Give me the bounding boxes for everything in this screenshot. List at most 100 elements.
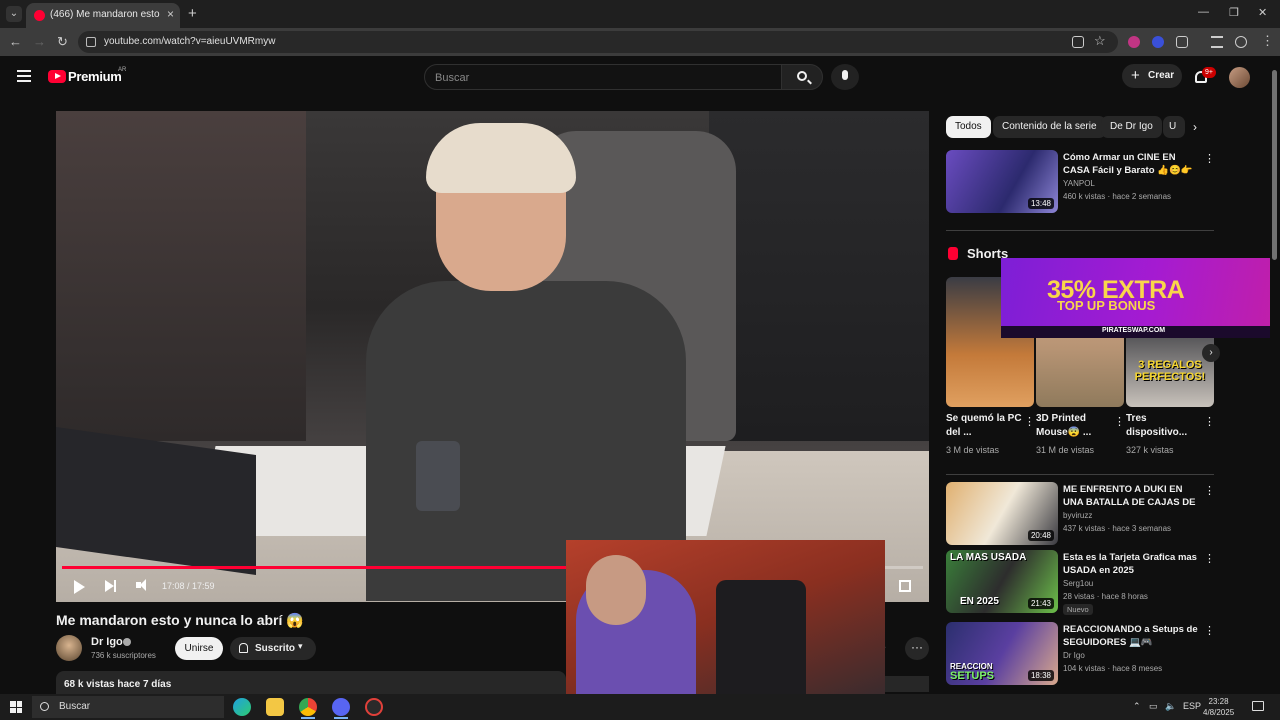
rec-title[interactable]: ME ENFRENTO A DUKI EN UNA BATALLA DE CAJ…	[1063, 483, 1199, 509]
file-explorer-icon[interactable]	[266, 698, 284, 716]
rec-channel[interactable]: Serg1ou	[1063, 579, 1093, 588]
back-arrow-icon[interactable]: ←	[9, 34, 22, 49]
taskbar-clock[interactable]: 23:28 4/8/2025	[1203, 696, 1234, 718]
site-info-icon[interactable]	[86, 37, 96, 47]
bookmark-star-icon[interactable]: ☆	[1094, 33, 1106, 49]
video-thumbnail[interactable]: LA MAS USADA EN 2025 21:43	[946, 550, 1058, 613]
cast-icon[interactable]	[1072, 36, 1084, 48]
new-tab-plus-icon[interactable]: +	[188, 5, 197, 22]
browser-tab-youtube[interactable]: (466) Me mandaron esto y nunca lo abrí 😱…	[26, 3, 180, 28]
more-options-icon[interactable]: ⋮	[1204, 552, 1215, 565]
browser-toolbar: ← → ↻ youtube.com/watch?v=aieuUVMRmyw ☆ …	[0, 28, 1280, 56]
more-options-icon[interactable]: ⋮	[1204, 415, 1215, 428]
rec-title[interactable]: Esta es la Tarjeta Grafica mas USADA en …	[1063, 551, 1199, 577]
browser-menu-icon[interactable]: ⋮	[1261, 33, 1274, 49]
search-input[interactable]	[435, 69, 765, 86]
window-minimize-icon[interactable]: —	[1198, 6, 1209, 18]
search-button[interactable]	[781, 64, 823, 90]
account-avatar[interactable]	[1229, 67, 1250, 88]
tab-close-icon[interactable]: ×	[167, 7, 174, 21]
hamburger-menu-icon[interactable]	[17, 70, 31, 82]
more-actions-icon[interactable]: ···	[905, 637, 929, 660]
short-overlay-text: 3 REGALOS PERFECTOS!	[1134, 359, 1206, 383]
recommendation-item[interactable]: REACCION SETUPS 18:38 REACCIONANDO a Set…	[946, 622, 1216, 686]
short-views: 327 k vistas	[1126, 445, 1174, 455]
more-options-icon[interactable]: ⋮	[1204, 484, 1215, 497]
profile-icon[interactable]	[1235, 36, 1247, 48]
short-title[interactable]: Tres dispositivo...	[1126, 412, 1202, 440]
more-options-icon[interactable]: ⋮	[1204, 152, 1215, 165]
chevron-right-icon[interactable]: ›	[1193, 120, 1197, 134]
more-options-icon[interactable]: ⋮	[1204, 624, 1215, 637]
language-indicator[interactable]: ESP	[1183, 701, 1201, 711]
edge-app-icon[interactable]	[233, 698, 251, 716]
window-close-icon[interactable]: ✕	[1258, 6, 1267, 19]
tray-expand-icon[interactable]: ⌃	[1133, 701, 1141, 712]
thumbnail-text-top: LA MAS USADA	[950, 552, 1027, 563]
duration-badge: 20:48	[1027, 530, 1054, 541]
rec-channel[interactable]: Dr Igo	[1063, 651, 1085, 660]
rec-title[interactable]: Cómo Armar un CINE EN CASA Fácil y Barat…	[1063, 151, 1199, 177]
video-frame-wall	[56, 111, 306, 441]
subscribed-button[interactable]: Suscrito ▾	[230, 637, 316, 660]
reload-icon[interactable]: ↻	[57, 34, 68, 50]
search-box[interactable]	[424, 64, 782, 90]
search-icon	[40, 702, 49, 711]
video-player[interactable]: 17:08 / 17:59	[56, 111, 929, 602]
chip-series[interactable]: Contenido de la serie	[993, 116, 1106, 138]
next-video-icon[interactable]	[105, 580, 116, 592]
rec-channel[interactable]: byviruzz	[1063, 511, 1092, 520]
url-text[interactable]: youtube.com/watch?v=aieuUVMRmyw	[104, 36, 275, 47]
taskbar-search[interactable]: Buscar	[32, 696, 224, 718]
clock-date: 4/8/2025	[1203, 708, 1235, 717]
extension-1-icon[interactable]	[1128, 36, 1140, 48]
logo-text[interactable]: Premium	[68, 69, 122, 84]
reading-list-icon[interactable]	[1211, 36, 1223, 48]
more-options-icon[interactable]: ⋮	[1114, 415, 1125, 428]
subscribed-label: Suscrito	[255, 643, 296, 654]
rec-title[interactable]: REACCIONANDO a Setups de SEGUIDORES 💻🎮	[1063, 623, 1199, 649]
chrome-app-icon[interactable]	[299, 698, 317, 716]
channel-avatar[interactable]	[56, 635, 82, 661]
join-button[interactable]: Unirse	[175, 637, 223, 660]
chip-from-channel[interactable]: De Dr Igo	[1101, 116, 1162, 138]
chip-all[interactable]: Todos	[946, 116, 991, 138]
chip-partial[interactable]: U	[1163, 116, 1185, 138]
fullscreen-icon[interactable]	[899, 580, 911, 592]
volume-tray-icon[interactable]: 🔈	[1165, 701, 1176, 712]
voice-search-button[interactable]	[831, 64, 859, 90]
video-title: Me mandaron esto y nunca lo abrí 😱	[56, 612, 304, 628]
youtube-logo-icon[interactable]	[48, 70, 66, 83]
more-options-icon[interactable]: ⋮	[1024, 415, 1035, 428]
chat-app-icon[interactable]	[332, 698, 350, 716]
create-button[interactable]: + Crear	[1122, 64, 1182, 88]
scrollbar-thumb[interactable]	[1272, 70, 1277, 260]
volume-icon[interactable]	[136, 579, 146, 591]
windows-start-icon[interactable]	[10, 701, 22, 713]
video-thumbnail[interactable]: REACCION SETUPS 18:38	[946, 622, 1058, 685]
person-hair	[426, 123, 576, 193]
short-views: 3 M de vistas	[946, 445, 1000, 455]
video-frame-shelf	[709, 111, 929, 441]
extension-2-icon[interactable]	[1152, 36, 1164, 48]
network-icon[interactable]: ▭	[1149, 701, 1158, 712]
channel-name[interactable]: Dr Igo	[91, 636, 123, 648]
shorts-next-arrow-icon[interactable]: ›	[1202, 344, 1220, 362]
recommendation-item[interactable]: 20:48 ME ENFRENTO A DUKI EN UNA BATALLA …	[946, 482, 1216, 546]
video-thumbnail[interactable]: 13:48	[946, 150, 1058, 213]
forward-arrow-icon[interactable]: →	[33, 34, 46, 49]
play-icon[interactable]	[74, 580, 85, 594]
recorder-app-icon[interactable]	[365, 698, 383, 716]
extensions-puzzle-icon[interactable]	[1176, 36, 1188, 48]
address-bar[interactable]: youtube.com/watch?v=aieuUVMRmyw	[78, 31, 1118, 53]
short-title[interactable]: Se quemó la PC del ...	[946, 412, 1022, 440]
ad-banner[interactable]: 35% EXTRA TOP UP BONUS PIRATESWAP.COM	[1001, 258, 1273, 338]
video-thumbnail[interactable]: 20:48	[946, 482, 1058, 545]
notification-center-icon[interactable]	[1252, 701, 1264, 711]
recommendation-item[interactable]: 13:48 Cómo Armar un CINE EN CASA Fácil y…	[946, 150, 1216, 214]
short-title[interactable]: 3D Printed Mouse😨 ...	[1036, 412, 1112, 440]
rec-channel[interactable]: YANPOL	[1063, 179, 1095, 188]
window-restore-icon[interactable]: ❐	[1229, 6, 1239, 19]
tab-search-chevron-icon[interactable]: ⌄	[6, 6, 22, 22]
recommendation-item[interactable]: LA MAS USADA EN 2025 21:43 Esta es la Ta…	[946, 550, 1216, 615]
